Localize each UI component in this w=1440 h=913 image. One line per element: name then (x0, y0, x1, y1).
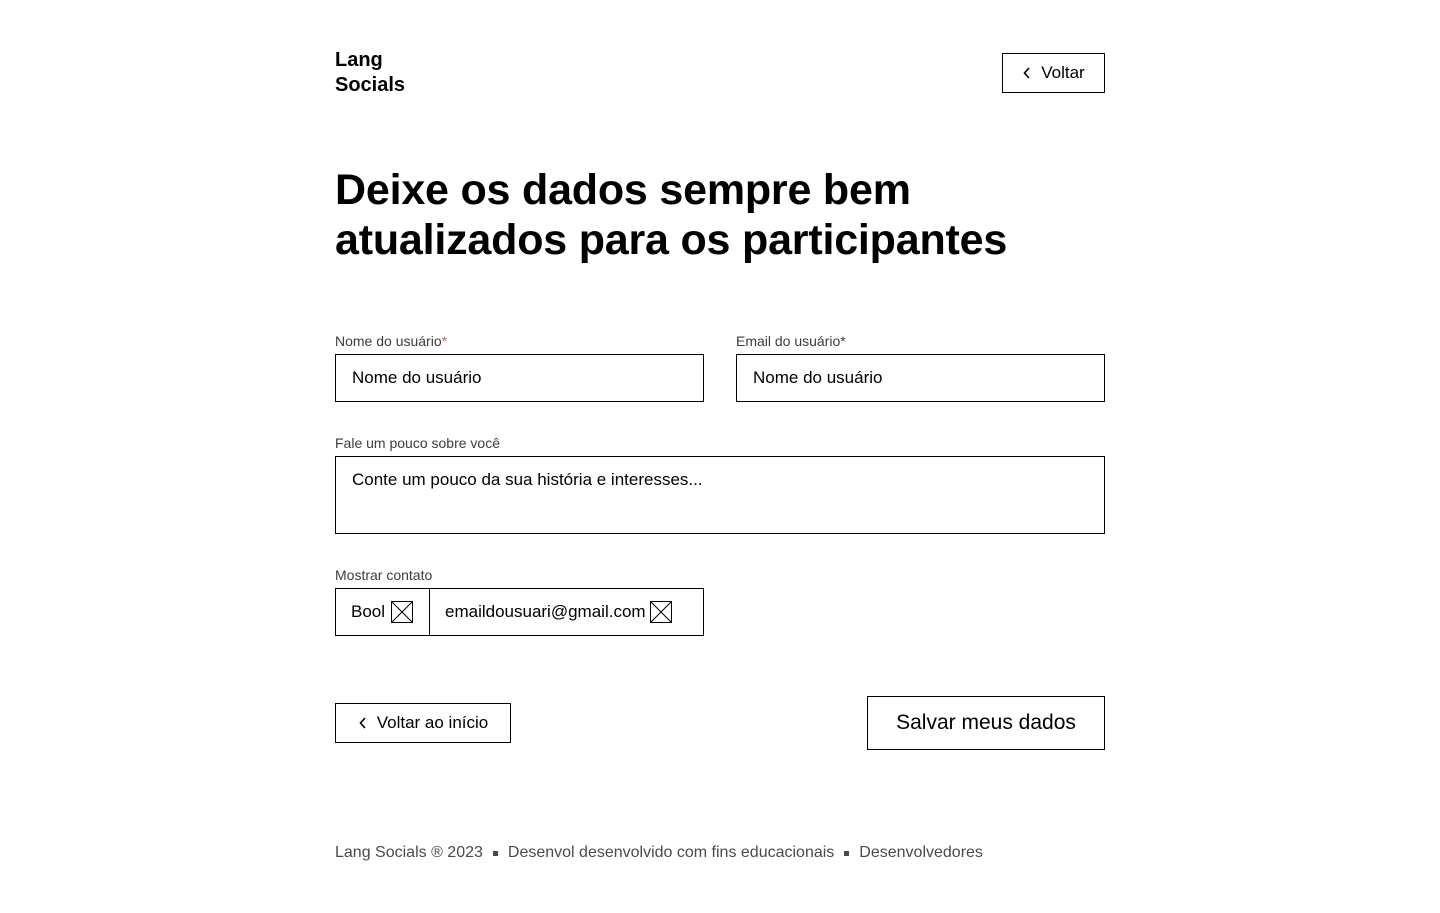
footer-separator (492, 850, 498, 856)
back-button-label: Voltar (1041, 63, 1085, 82)
email-input-value: Nome do usuário (753, 368, 883, 387)
about-label: Fale um pouco sobre você (335, 435, 500, 451)
profile-edit-page: Lang Socials Voltar Deixe os dados sempr… (0, 0, 1440, 913)
page-title: Deixe os dados sempre bem atualizados pa… (335, 165, 1105, 265)
about-textarea-placeholder: Conte um pouco da sua história e interes… (352, 470, 703, 489)
footer-copyright: Lang Socials ® 2023 (335, 844, 483, 861)
logo-line-1: Lang (335, 49, 383, 71)
x-box-icon (391, 601, 414, 623)
name-label: Nome do usuário* (335, 332, 447, 350)
name-input[interactable]: Nome do usuário (335, 354, 704, 402)
chevron-left-icon (358, 717, 368, 729)
page-title-line-2: atualizados para os participantes (335, 216, 1008, 264)
contact-bool-value: Bool (351, 602, 386, 621)
chevron-left-icon (1022, 67, 1032, 79)
page-title-line-1: Deixe os dados sempre bem (335, 166, 911, 214)
name-label-text: Nome do usuário (335, 333, 442, 349)
save-button-label: Salvar meus dados (896, 711, 1076, 734)
logo-line-2: Socials (335, 74, 406, 96)
required-mark: * (441, 333, 448, 349)
footer-separator (844, 850, 850, 856)
back-to-home-button[interactable]: Voltar ao início (335, 703, 511, 743)
footer-note[interactable]: Desenvol desenvolvido com fins educacion… (508, 844, 834, 862)
x-box-icon (649, 601, 672, 623)
name-input-value: Nome do usuário (352, 368, 482, 387)
logo[interactable]: Lang Socials (335, 48, 405, 98)
contact-label: Mostrar contato (335, 567, 433, 583)
contact-bool-toggle[interactable]: Bool (336, 589, 430, 635)
contact-email-field[interactable]: emaildousuari@gmail.com (430, 589, 703, 635)
email-label: Email do usuário* (736, 333, 846, 349)
contact-group: Bool emaildousuari@gmail.com (335, 588, 704, 636)
footer: Lang Socials ® 2023 Desenvol desenvolvid… (335, 844, 983, 862)
save-button[interactable]: Salvar meus dados (867, 696, 1105, 750)
email-input[interactable]: Nome do usuário (736, 354, 1105, 402)
footer-developers-link[interactable]: Desenvolvedores (859, 844, 983, 862)
back-to-home-label: Voltar ao início (376, 713, 489, 732)
contact-email-value: emaildousuari@gmail.com (445, 602, 646, 621)
back-button[interactable]: Voltar (1002, 53, 1105, 93)
about-textarea[interactable]: Conte um pouco da sua história e interes… (335, 456, 1105, 534)
